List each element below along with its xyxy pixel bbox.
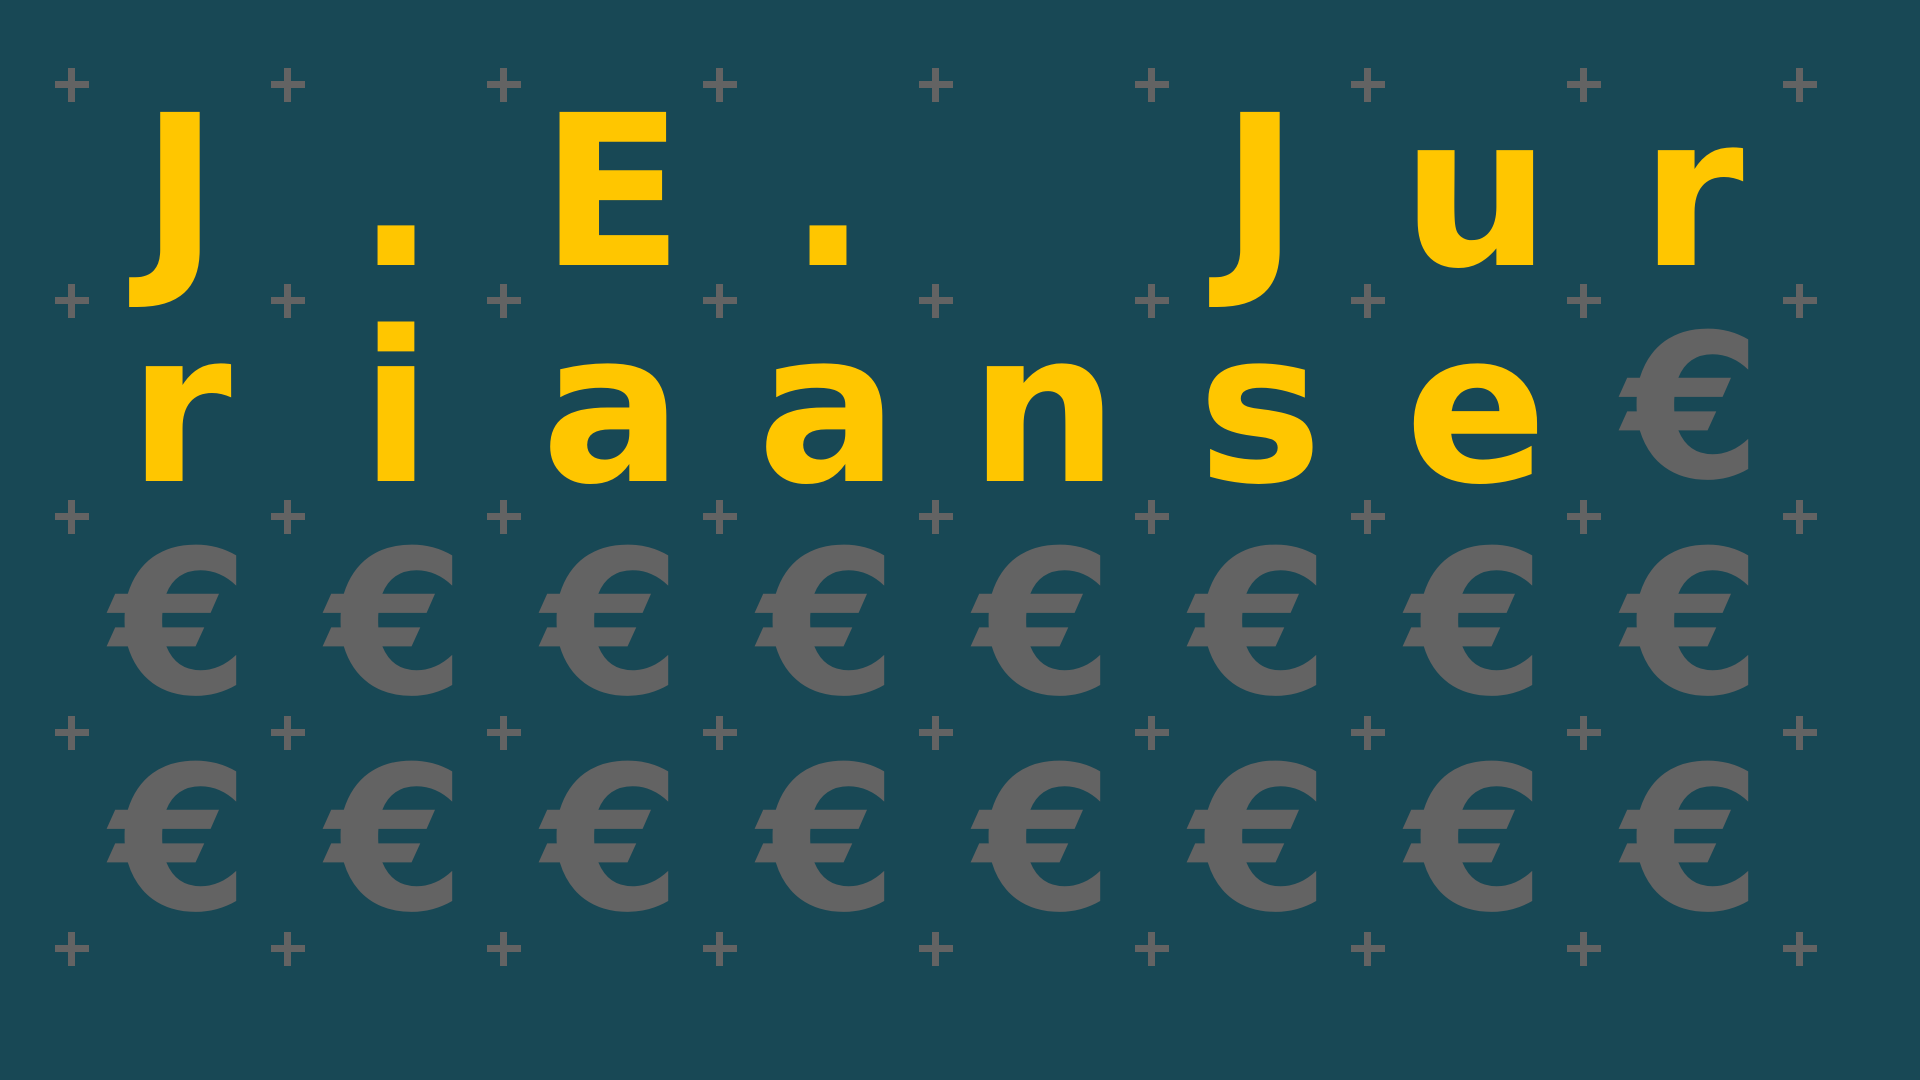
euro-tile: € <box>1622 292 1762 525</box>
letter-tile <box>936 85 1152 301</box>
letter-tile: u <box>1401 70 1551 315</box>
euro-tile: € <box>1406 508 1546 741</box>
euro-tile: € <box>1190 724 1330 957</box>
euro-tile: € <box>1622 508 1762 741</box>
letter-tile: i <box>360 286 432 531</box>
letter-tile: n <box>969 286 1119 531</box>
euro-tile: € <box>1406 724 1546 957</box>
euro-tile: € <box>110 724 250 957</box>
letter-tile: E <box>540 70 684 315</box>
letter-tile: J <box>140 70 220 315</box>
euro-tile: € <box>1622 724 1762 957</box>
euro-tile: € <box>110 508 250 741</box>
letter-tile: e <box>1404 286 1548 531</box>
letter-tile: s <box>1197 286 1323 531</box>
letter-tile: . <box>356 70 436 315</box>
letter-tile: . <box>788 70 868 315</box>
euro-tile: € <box>758 508 898 741</box>
letter-tile: r <box>1640 70 1744 315</box>
letter-tile: a <box>757 286 899 531</box>
euro-tile: € <box>974 724 1114 957</box>
letter-tile: r <box>128 286 232 531</box>
euro-tile: € <box>326 724 466 957</box>
tile-grid: J. E. Ju r r i a a n s e € € € € € € € € € € € € € € € € € <box>0 0 1920 1080</box>
euro-tile: € <box>758 724 898 957</box>
euro-tile: € <box>326 508 466 741</box>
euro-tile: € <box>542 724 682 957</box>
letter-tile: J <box>1220 70 1300 315</box>
euro-tile: € <box>974 508 1114 741</box>
euro-tile: € <box>542 508 682 741</box>
letter-tile: a <box>541 286 683 531</box>
euro-tile: € <box>1190 508 1330 741</box>
